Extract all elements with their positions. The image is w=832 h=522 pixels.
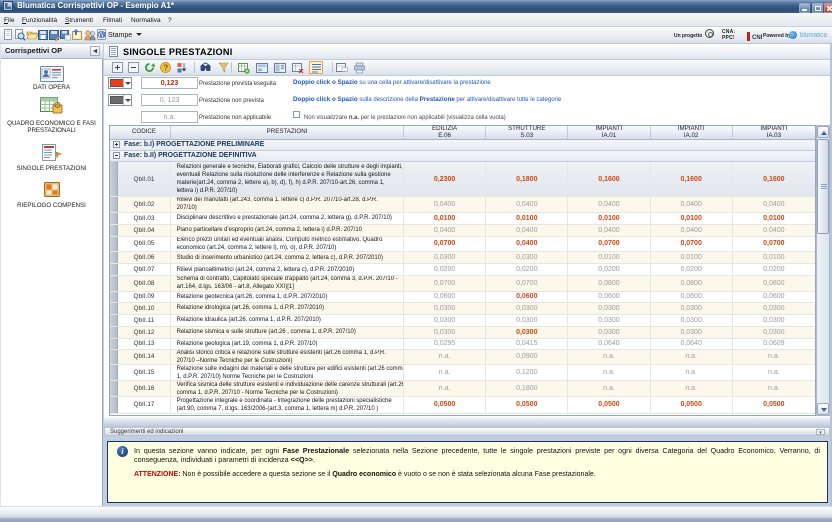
svg-text:W: W [99,32,106,39]
svg-text:?: ? [163,63,168,72]
